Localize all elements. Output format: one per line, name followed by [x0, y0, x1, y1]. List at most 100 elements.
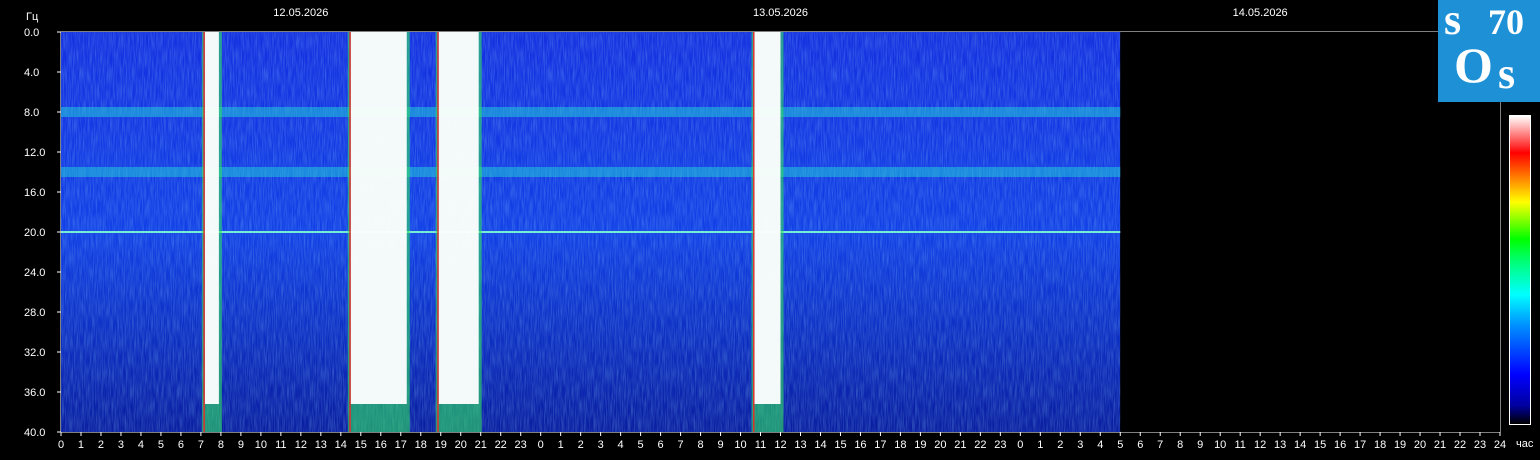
- x-tick-label: 13: [1274, 439, 1286, 451]
- x-tick-label: 0: [58, 439, 64, 451]
- spectrogram-chart: Гц 0.0 4.0 8.0 12.0 16.0 20.0 24.0 28.0 32.0 36.0…: [24, 7, 1534, 451]
- x-axis: час 0 1 2 3 4 5 6 7 8 9 10 11 12 13 14 15 16 17 18 19 20 21 22…: [58, 432, 1534, 451]
- sos70-logo: s 70 O s: [1438, 0, 1540, 102]
- x-tick-label: 18: [894, 439, 906, 451]
- logo-glyph-70: 70: [1488, 2, 1524, 42]
- y-axis: Гц 0.0 4.0 8.0 12.0 16.0 20.0 24.0 28.0 32.0 36.0…: [24, 11, 61, 439]
- y-tick-label: 4.0: [24, 67, 39, 79]
- y-tick-label: 32.0: [24, 347, 45, 359]
- x-tick-label: 5: [158, 439, 164, 451]
- x-tick-label: 6: [1137, 439, 1143, 451]
- burst-edge: [753, 32, 755, 432]
- x-tick-label: 24: [1494, 439, 1506, 451]
- x-tick-label: 7: [1157, 439, 1163, 451]
- x-tick-label: 18: [415, 439, 427, 451]
- y-tick-label: 40.0: [24, 427, 45, 439]
- x-tick-label: 22: [1454, 439, 1466, 451]
- x-tick-label: 1: [1037, 439, 1043, 451]
- x-tick-label: 2: [1057, 439, 1063, 451]
- x-tick-label: 15: [834, 439, 846, 451]
- x-tick-label: 1: [558, 439, 564, 451]
- x-tick-label: 12: [1254, 439, 1266, 451]
- y-tick-label: 24.0: [24, 267, 45, 279]
- x-tick-label: 4: [618, 439, 624, 451]
- x-tick-label: 11: [275, 439, 286, 451]
- x-tick-label: 2: [98, 439, 104, 451]
- x-tick-label: 5: [1117, 439, 1123, 451]
- burst-edge: [437, 32, 439, 432]
- x-tick-label: 16: [854, 439, 866, 451]
- x-tick-label: 20: [934, 439, 946, 451]
- x-tick-label: 17: [1354, 439, 1366, 451]
- x-tick-label: 11: [1234, 439, 1245, 451]
- date-labels: 12.05.2026 13.05.2026 14.05.2026: [273, 7, 1287, 19]
- x-tick-label: 7: [678, 439, 684, 451]
- x-tick-label: 9: [717, 439, 723, 451]
- x-tick-label: 22: [974, 439, 986, 451]
- y-tick-label: 0.0: [24, 27, 39, 39]
- burst-core: [754, 32, 781, 404]
- x-tick-label: 9: [1197, 439, 1203, 451]
- x-tick-label: 0: [538, 439, 544, 451]
- burst-core: [438, 32, 479, 404]
- date-label: 13.05.2026: [753, 7, 808, 19]
- y-tick-label: 16.0: [24, 187, 45, 199]
- x-tick-label: 14: [814, 439, 826, 451]
- x-tick-label: 12: [295, 439, 307, 451]
- logo-glyph-s: s: [1444, 0, 1462, 44]
- spectrogram-plot: [60, 31, 1501, 433]
- x-tick-label: 21: [475, 439, 487, 451]
- x-tick-label: 13: [794, 439, 806, 451]
- x-tick-label: 4: [1097, 439, 1103, 451]
- burst-edge: [349, 32, 351, 432]
- x-tick-label: 18: [1374, 439, 1386, 451]
- x-tick-label: 23: [515, 439, 527, 451]
- x-tick-label: 19: [914, 439, 926, 451]
- logo-glyph-o: O: [1454, 37, 1493, 93]
- x-tick-label: 14: [335, 439, 347, 451]
- burst-edge: [203, 32, 205, 432]
- x-tick-label: 21: [1434, 439, 1446, 451]
- x-tick-label: 20: [455, 439, 467, 451]
- x-tick-label: 15: [1314, 439, 1326, 451]
- x-tick-label: 7: [198, 439, 204, 451]
- x-tick-label: 14: [1294, 439, 1306, 451]
- x-tick-label: 15: [355, 439, 367, 451]
- x-tick-label: 19: [1394, 439, 1406, 451]
- x-tick-label: 8: [1177, 439, 1183, 451]
- date-label: 12.05.2026: [273, 7, 328, 19]
- intensity-colorbar: [1509, 115, 1531, 425]
- x-tick-label: 0: [1017, 439, 1023, 451]
- x-tick-label: 19: [435, 439, 447, 451]
- x-tick-label: 8: [697, 439, 703, 451]
- x-tick-label: 9: [238, 439, 244, 451]
- burst-core: [350, 32, 407, 404]
- x-tick-label: 5: [638, 439, 644, 451]
- x-tick-label: 8: [218, 439, 224, 451]
- x-tick-label: 3: [118, 439, 124, 451]
- x-tick-label: 23: [994, 439, 1006, 451]
- burst-core: [204, 32, 219, 404]
- x-tick-label: 12: [774, 439, 786, 451]
- y-tick-label: 28.0: [24, 307, 45, 319]
- x-tick-label: 22: [495, 439, 507, 451]
- y-tick-label: 20.0: [24, 227, 45, 239]
- y-tick-label: 36.0: [24, 387, 45, 399]
- x-tick-label: 3: [598, 439, 604, 451]
- x-tick-label: 2: [578, 439, 584, 451]
- x-tick-label: 17: [874, 439, 886, 451]
- x-tick-label: 6: [658, 439, 664, 451]
- x-tick-label: 17: [395, 439, 407, 451]
- y-tick-label: 12.0: [24, 147, 45, 159]
- y-tick-label: 8.0: [24, 107, 39, 119]
- x-axis-unit-label: час: [1516, 438, 1534, 450]
- y-axis-unit-label: Гц: [26, 11, 39, 23]
- x-tick-label: 21: [954, 439, 966, 451]
- x-tick-label: 10: [255, 439, 267, 451]
- x-tick-label: 16: [1334, 439, 1346, 451]
- x-tick-label: 11: [755, 439, 766, 451]
- x-tick-label: 20: [1414, 439, 1426, 451]
- x-tick-label: 10: [1214, 439, 1226, 451]
- x-tick-label: 13: [315, 439, 327, 451]
- x-tick-label: 23: [1474, 439, 1486, 451]
